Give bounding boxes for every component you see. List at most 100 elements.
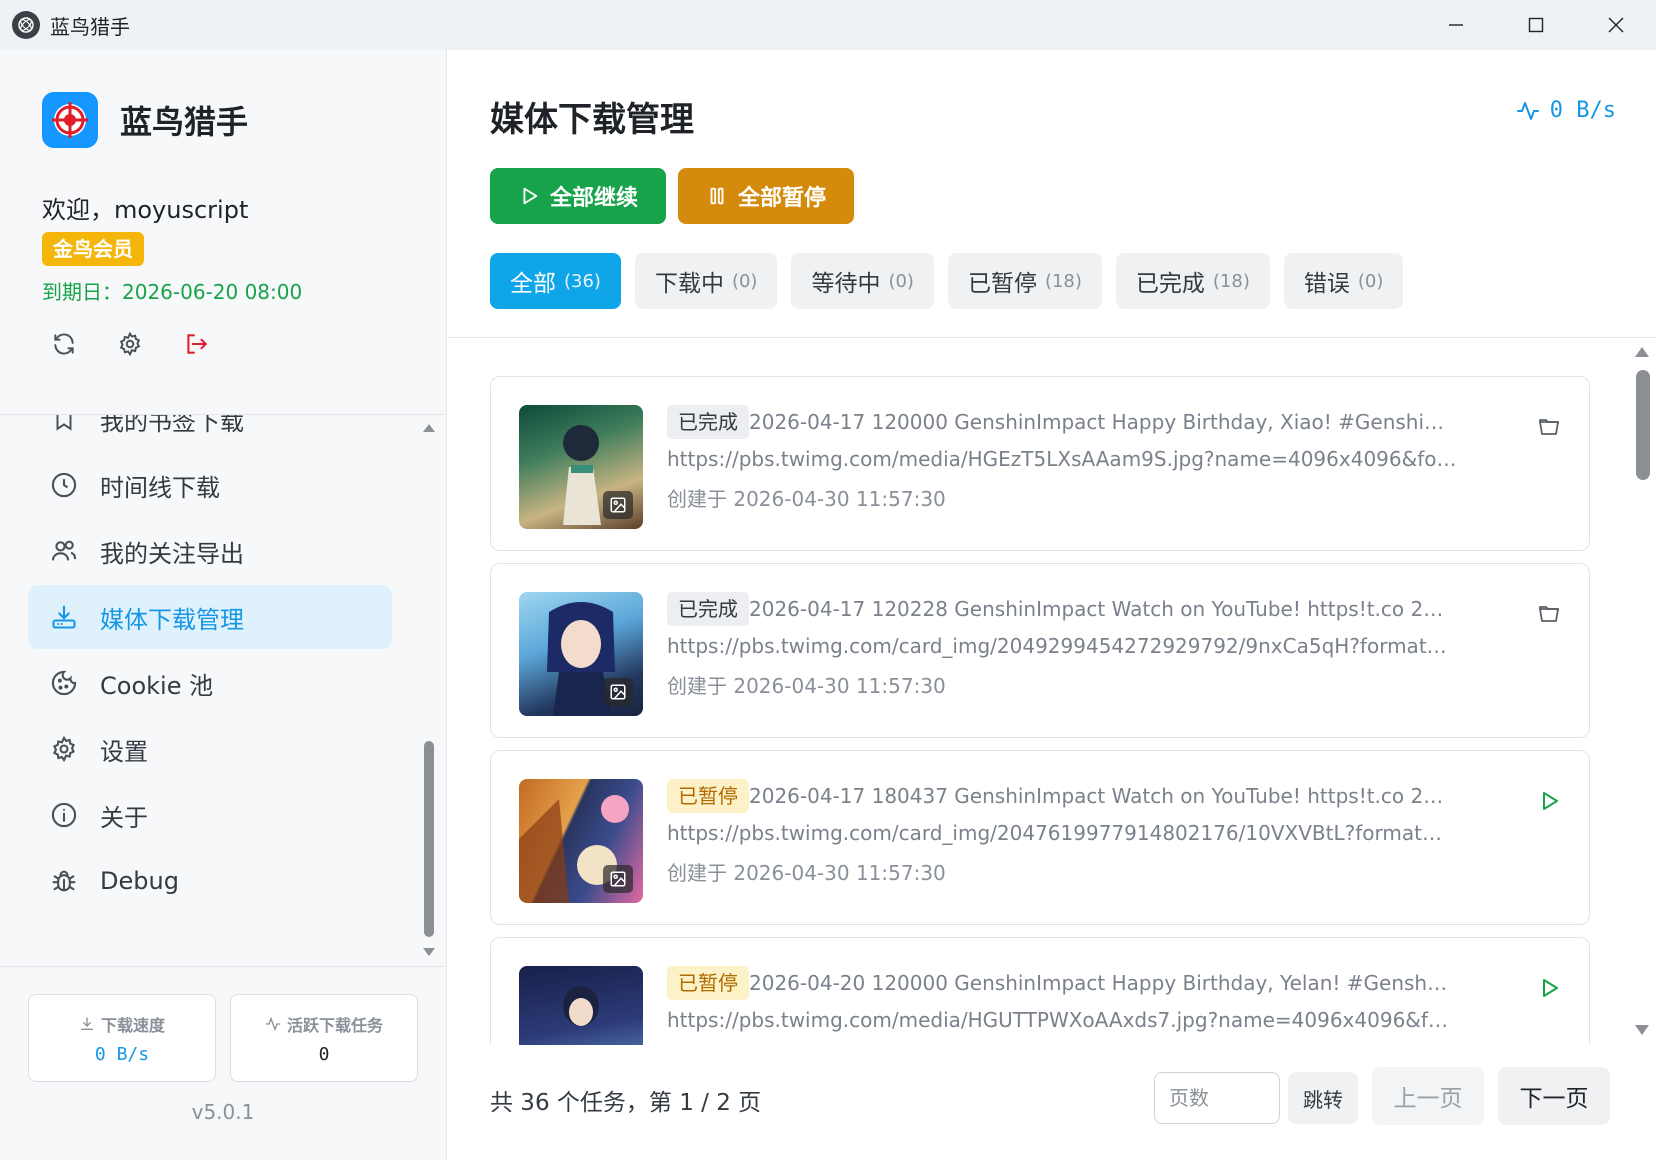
jump-button[interactable]: 跳转 [1288, 1072, 1358, 1124]
maximize-icon[interactable] [1496, 0, 1576, 50]
sidebar-item-media-download[interactable]: 媒体下载管理 [28, 585, 392, 649]
current-speed-value: 0 B/s [1549, 98, 1616, 123]
pause-all-label: 全部暂停 [737, 186, 826, 211]
image-icon [603, 678, 633, 706]
scroll-down-icon[interactable] [422, 947, 436, 957]
status-badge: 已暂停 [667, 779, 749, 813]
play-icon[interactable] [1533, 785, 1565, 817]
pagination-info: 共 36 个任务，第 1 / 2 页 [490, 1090, 762, 1116]
tab-count: (18) [1044, 270, 1082, 292]
prev-page-button[interactable]: 上一页 [1372, 1067, 1484, 1125]
close-icon[interactable] [1576, 0, 1656, 50]
settings-icon[interactable] [116, 330, 144, 358]
tab-paused[interactable]: 已暂停 (18) [947, 253, 1102, 309]
status-badge: 已完成 [667, 405, 749, 439]
current-speed: 0 B/s [1516, 98, 1616, 123]
window-title: 蓝鸟猎手 [50, 14, 130, 39]
tab-label: 已完成 [1135, 271, 1205, 297]
active-tasks-label: 活跃下载任务 [286, 1015, 383, 1035]
page-title: 媒体下载管理 [490, 100, 694, 140]
scroll-up-icon[interactable] [1634, 346, 1650, 358]
sidebar-item-label: 时间线下载 [100, 473, 220, 502]
tab-error[interactable]: 错误 (0) [1283, 253, 1404, 309]
list-scrollbar[interactable] [1626, 338, 1656, 1045]
sidebar-item-label: 我的关注导出 [100, 539, 244, 568]
sidebar-item-timeline[interactable]: 时间线下载 [28, 453, 392, 517]
media-thumbnail[interactable] [519, 405, 643, 529]
media-thumbnail[interactable] [519, 592, 643, 716]
tab-label: 已暂停 [967, 271, 1037, 297]
sidebar-scrollbar[interactable] [420, 415, 438, 966]
welcome-text: 欢迎，moyuscript [42, 196, 249, 224]
download-item: 已暂停 2026-04-20 120000 GenshinImpact Happ… [490, 937, 1590, 1045]
folder-icon[interactable] [1533, 598, 1565, 630]
sidebar-item-label: Cookie 池 [100, 671, 214, 700]
download-item: 已暂停 2026-04-17 180437 GenshinImpact Watc… [490, 750, 1590, 925]
pause-icon [710, 187, 724, 205]
minimize-icon[interactable] [1416, 0, 1496, 50]
item-url: https://pbs.twimg.com/card_img/204761997… [667, 821, 1457, 845]
next-page-button[interactable]: 下一页 [1498, 1067, 1610, 1125]
app-version: v5.0.1 [191, 1100, 255, 1124]
main-panel: 媒体下载管理 0 B/s 全部继续 全部暂停 全部 (36) 下载中 (0) 等待中… [448, 50, 1656, 1160]
item-created: 创建于 2026-04-30 11:57:30 [667, 861, 946, 885]
item-url: https://pbs.twimg.com/card_img/204929945… [667, 634, 1457, 658]
scroll-down-icon[interactable] [1634, 1024, 1650, 1036]
list-scroll-thumb[interactable] [1636, 370, 1650, 480]
sidebar-item-label: 关于 [100, 803, 148, 832]
pause-all-button[interactable]: 全部暂停 [678, 168, 854, 224]
tab-completed[interactable]: 已完成 (18) [1115, 253, 1270, 309]
logout-icon[interactable] [182, 330, 210, 358]
users-icon [48, 535, 80, 567]
tab-count: (18) [1212, 270, 1250, 292]
sidebar-nav: 我的书签下载 时间线下载 我的关注导出 媒体下载管理 Cookie 池 设置 关… [0, 414, 446, 967]
tab-downloading[interactable]: 下载中 (0) [634, 253, 778, 309]
clock-icon [48, 469, 80, 501]
play-icon [523, 187, 538, 205]
title-bar: 蓝鸟猎手 [0, 0, 1656, 50]
tab-all[interactable]: 全部 (36) [490, 253, 621, 309]
tab-label: 全部 [510, 271, 556, 297]
brand-name: 蓝鸟猎手 [120, 103, 249, 141]
resume-all-button[interactable]: 全部继续 [490, 168, 666, 224]
item-created: 创建于 2026-04-30 11:57:30 [667, 487, 946, 511]
sidebar-item-following[interactable]: 我的关注导出 [28, 519, 392, 583]
sidebar-item-debug[interactable]: Debug [28, 849, 392, 913]
sidebar-item-settings[interactable]: 设置 [28, 717, 392, 781]
media-thumbnail[interactable] [519, 966, 643, 1045]
sidebar-item-label: 我的书签下载 [100, 414, 244, 436]
app-icon [12, 11, 40, 39]
sidebar-scroll-thumb[interactable] [424, 741, 434, 937]
sidebar-item-cookie[interactable]: Cookie 池 [28, 651, 392, 715]
sidebar-item-bookmarks[interactable]: 我的书签下载 [28, 414, 392, 451]
download-item: 已完成 2026-04-17 120000 GenshinImpact Happ… [490, 376, 1590, 551]
bookmark-icon [48, 415, 80, 435]
sidebar-item-about[interactable]: 关于 [28, 783, 392, 847]
download-item: 已完成 2026-04-17 120228 GenshinImpact Watc… [490, 563, 1590, 738]
play-icon[interactable] [1533, 972, 1565, 1004]
scroll-up-icon[interactable] [422, 423, 436, 433]
item-title: 2026-04-17 120000 GenshinImpact Happy Bi… [749, 410, 1449, 434]
status-badge: 已暂停 [667, 966, 749, 1000]
tab-waiting[interactable]: 等待中 (0) [791, 253, 934, 309]
item-title: 2026-04-17 180437 GenshinImpact Watch on… [749, 784, 1449, 808]
member-badge: 金鸟会员 [42, 232, 144, 266]
sidebar: 蓝鸟猎手 欢迎，moyuscript 金鸟会员 到期日：2026-06-20 0… [0, 50, 447, 1160]
download-tray-icon [48, 601, 80, 633]
page-number-input[interactable] [1154, 1072, 1280, 1124]
media-thumbnail[interactable] [519, 779, 643, 903]
pagination: 共 36 个任务，第 1 / 2 页 跳转 上一页 下一页 [448, 1045, 1656, 1160]
refresh-icon[interactable] [50, 330, 78, 358]
tab-count: (0) [1357, 270, 1384, 292]
brand: 蓝鸟猎手 [42, 92, 248, 148]
tab-count: (36) [564, 270, 601, 292]
folder-icon[interactable] [1533, 411, 1565, 443]
download-icon [80, 1016, 93, 1030]
activity-icon [1516, 101, 1539, 120]
item-title: 2026-04-17 120228 GenshinImpact Watch on… [749, 597, 1449, 621]
info-icon [48, 799, 80, 831]
sidebar-item-label: Debug [100, 867, 179, 895]
image-icon [603, 865, 633, 893]
download-speed-stat: 下载速度 0 B/s [28, 994, 216, 1082]
image-icon [603, 491, 633, 519]
